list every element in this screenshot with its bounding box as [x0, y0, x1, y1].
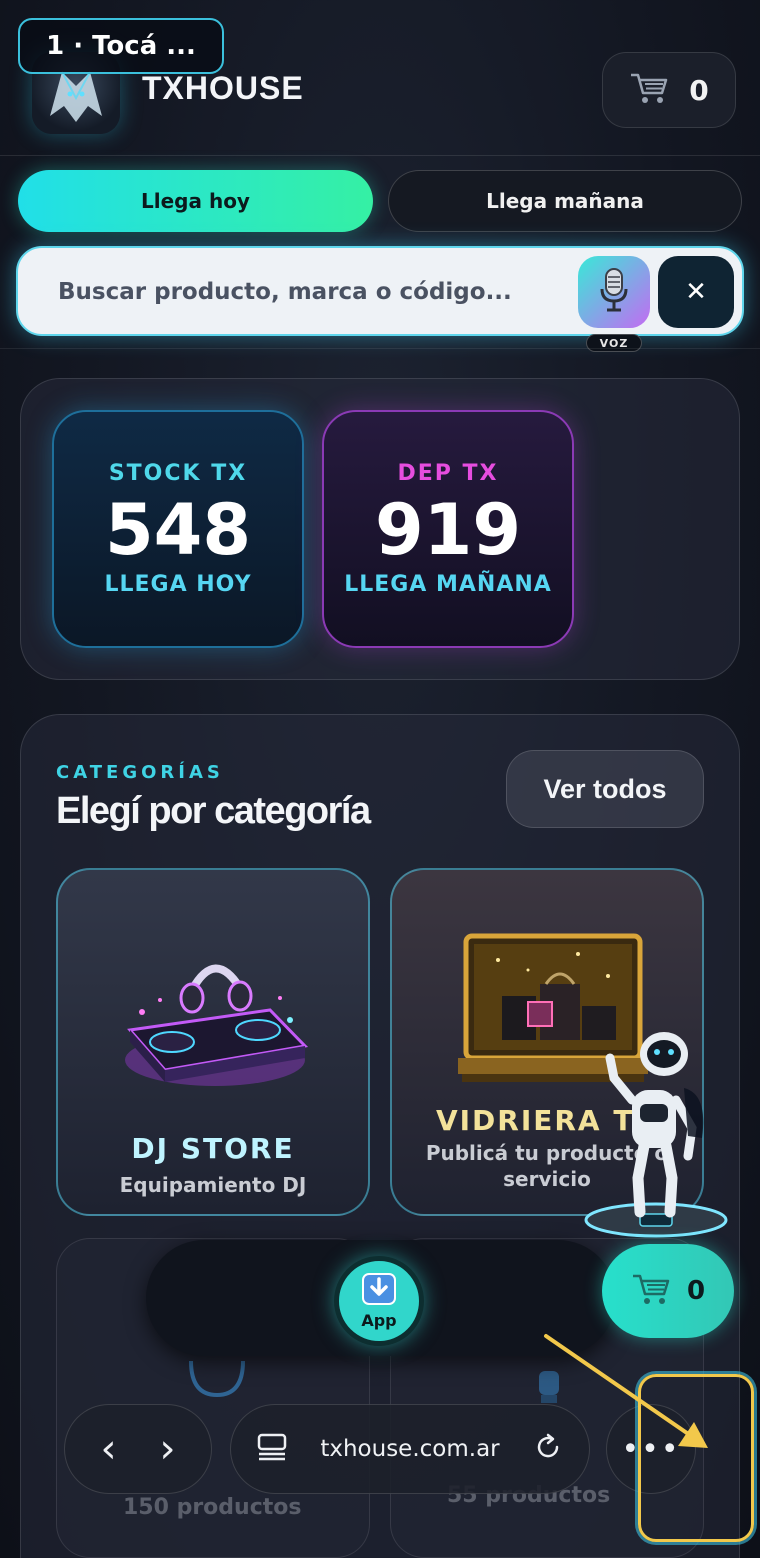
download-icon — [362, 1272, 396, 1309]
tab-llega-manana[interactable]: Llega mañana — [388, 170, 742, 232]
bag-icon — [187, 1359, 247, 1407]
category-name-dj-store: DJ STORE — [131, 1132, 295, 1165]
dep-tx-label: DEP TX — [397, 461, 499, 486]
floating-cart-count: 0 — [686, 1276, 706, 1306]
url-text: txhouse.com.ar — [320, 1436, 500, 1462]
categories-kicker: CATEGORÍAS — [56, 762, 224, 783]
stock-tx-card[interactable]: STOCK TX 548 LLEGA HOY — [52, 410, 304, 648]
reader-icon[interactable] — [257, 1433, 287, 1465]
search-bar: ✕ — [16, 246, 744, 336]
dep-tx-count: 919 — [374, 489, 522, 571]
voice-label: VOZ — [586, 334, 642, 352]
header-cart-count: 0 — [689, 73, 709, 107]
tutorial-step-badge: 1 · Tocá ... — [18, 18, 224, 74]
browser-address-bar[interactable]: txhouse.com.ar — [230, 1404, 590, 1494]
see-all-button[interactable]: Ver todos — [506, 750, 704, 828]
robot-mascot-image[interactable] — [584, 1028, 730, 1238]
dep-tx-card[interactable]: DEP TX 919 LLEGA MAÑANA — [322, 410, 574, 648]
search-input[interactable] — [58, 272, 548, 312]
forward-button[interactable]: › — [160, 1429, 176, 1469]
floating-cart-button[interactable]: 0 — [602, 1244, 734, 1338]
back-button[interactable]: ‹ — [101, 1429, 117, 1469]
header-divider — [0, 348, 760, 349]
clear-search-button[interactable]: ✕ — [658, 256, 734, 328]
category-desc-dj-store: Equipamiento DJ — [119, 1173, 307, 1197]
microphone-icon — [597, 267, 631, 317]
voice-search-button[interactable] — [578, 256, 650, 328]
cart-icon — [631, 1272, 671, 1310]
stock-tx-count: 548 — [104, 489, 252, 571]
stock-tx-sub: LLEGA HOY — [104, 572, 252, 597]
header-cart-button[interactable]: 0 — [602, 52, 736, 128]
tab-llega-hoy[interactable]: Llega hoy — [18, 170, 373, 232]
dj-controller-image — [120, 950, 310, 1104]
install-app-label: App — [361, 1310, 397, 1330]
category-count-partial: 150 productos — [123, 1495, 302, 1520]
stock-tx-label: STOCK TX — [108, 461, 248, 486]
browser-nav-controls: ‹ › — [64, 1404, 212, 1494]
tutorial-arrow-icon — [540, 1330, 730, 1460]
dep-tx-sub: LLEGA MAÑANA — [344, 572, 552, 597]
install-app-button[interactable]: App — [334, 1256, 424, 1346]
brand-name: TXHOUSE — [142, 70, 304, 106]
category-card-dj-store[interactable]: DJ STORE Equipamiento DJ — [56, 868, 370, 1216]
categories-title: Elegí por categoría — [56, 790, 371, 832]
cart-icon — [629, 71, 669, 109]
